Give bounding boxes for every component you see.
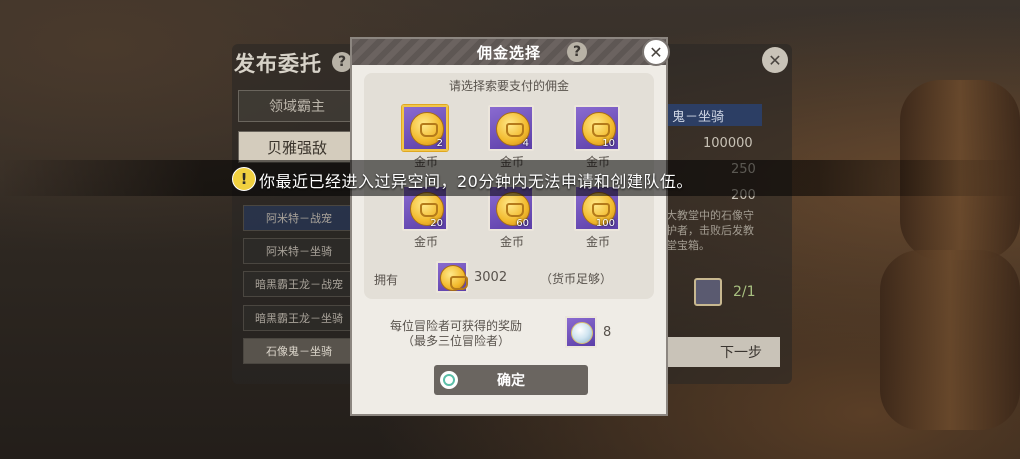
- owned-coin-icon: [436, 261, 468, 293]
- owned-amount: 3002: [474, 270, 508, 285]
- target-avatar-icon: [694, 278, 722, 306]
- dialog-title: 佣金选择: [476, 44, 541, 62]
- coin-amount: 10: [602, 138, 615, 149]
- coin-option-box[interactable]: 10: [574, 105, 620, 151]
- coin-amount: 2: [436, 138, 443, 149]
- category-tab-domain-lord[interactable]: 领域霸主: [238, 90, 356, 122]
- coin-label: 金币: [585, 235, 610, 249]
- dialog-prompt: 请选择索要支付的佣金: [448, 79, 569, 93]
- list-item[interactable]: 阿米特－战宠: [243, 205, 355, 231]
- help-icon[interactable]: ?: [332, 52, 352, 72]
- coin-amount: 4: [522, 138, 529, 149]
- gamepad-button-icon: [440, 371, 458, 389]
- coin-label: 金币: [413, 235, 438, 249]
- selected-target-title: 鬼－坐骑: [666, 104, 762, 126]
- notification-text: 你最近已经进入过异空间，20分钟内无法申请和创建队伍。: [259, 172, 693, 191]
- target-count: 2/1: [733, 284, 756, 300]
- warning-icon: !: [232, 167, 256, 191]
- coin-label: 金币: [499, 235, 524, 249]
- help-icon[interactable]: ?: [567, 42, 587, 62]
- token-icon: [571, 322, 593, 344]
- commission-select-dialog: 佣金选择 ? ✕ 请选择索要支付的佣金 2 金币 4 金币 10 金币 20 金…: [350, 37, 670, 416]
- list-item[interactable]: 暗黑霸王龙－战宠: [243, 271, 355, 297]
- close-icon[interactable]: ✕: [642, 38, 670, 66]
- coin-option-box[interactable]: 4: [488, 105, 534, 151]
- panel-title: 发布委托: [234, 52, 322, 76]
- list-item[interactable]: 暗黑霸王龙－坐骑: [243, 305, 355, 331]
- reward-line: （最多三位冒险者）: [401, 334, 510, 348]
- close-icon[interactable]: ✕: [762, 47, 788, 73]
- coin-option-box[interactable]: 2: [402, 105, 448, 151]
- barrel-decoration: [880, 250, 1020, 430]
- reward-amount: 8: [603, 325, 612, 340]
- currency-status: （货币足够）: [540, 272, 613, 286]
- confirm-label: 确定: [497, 373, 525, 389]
- coin-amount: 60: [516, 218, 529, 229]
- reward-line: 每位冒险者可获得的奖励: [389, 319, 522, 333]
- gold-coin-icon: [440, 265, 468, 291]
- reward-description: 每位冒险者可获得的奖励 （最多三位冒险者）: [366, 319, 546, 349]
- stat-value: 100000: [703, 136, 753, 151]
- list-item[interactable]: 石像鬼－坐骑: [243, 338, 355, 364]
- category-tab-beya-enemy[interactable]: 贝雅强敌: [238, 131, 356, 163]
- confirm-button[interactable]: 确定: [434, 365, 588, 395]
- target-description: 大教堂中的石像守护者，击败后发教堂宝箱。: [666, 209, 754, 252]
- reward-token-icon: [565, 316, 597, 348]
- next-step-button[interactable]: 下一步: [668, 337, 780, 367]
- list-item[interactable]: 阿米特－坐骑: [243, 238, 355, 264]
- coin-amount: 100: [595, 218, 615, 229]
- owned-label: 拥有: [374, 273, 399, 287]
- coin-amount: 20: [430, 218, 443, 229]
